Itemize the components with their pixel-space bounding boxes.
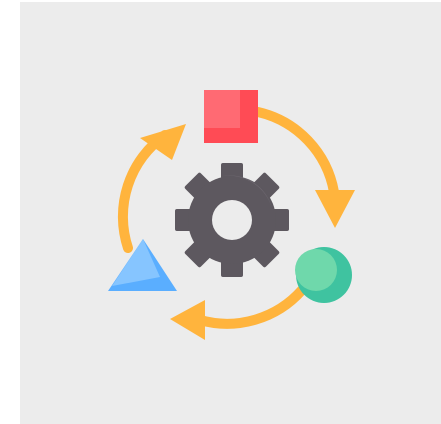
arrow-arc-left bbox=[117, 130, 170, 253]
arrow-head-bottom bbox=[170, 300, 205, 340]
triangle-icon bbox=[108, 239, 177, 291]
arrow-arc-bottom bbox=[195, 285, 307, 329]
canvas bbox=[0, 0, 441, 424]
workflow-cycle-illustration bbox=[108, 90, 355, 340]
gear-icon bbox=[175, 163, 289, 277]
arrow-head-right bbox=[315, 190, 355, 228]
square-icon bbox=[204, 90, 258, 143]
gear-hole bbox=[212, 200, 252, 240]
